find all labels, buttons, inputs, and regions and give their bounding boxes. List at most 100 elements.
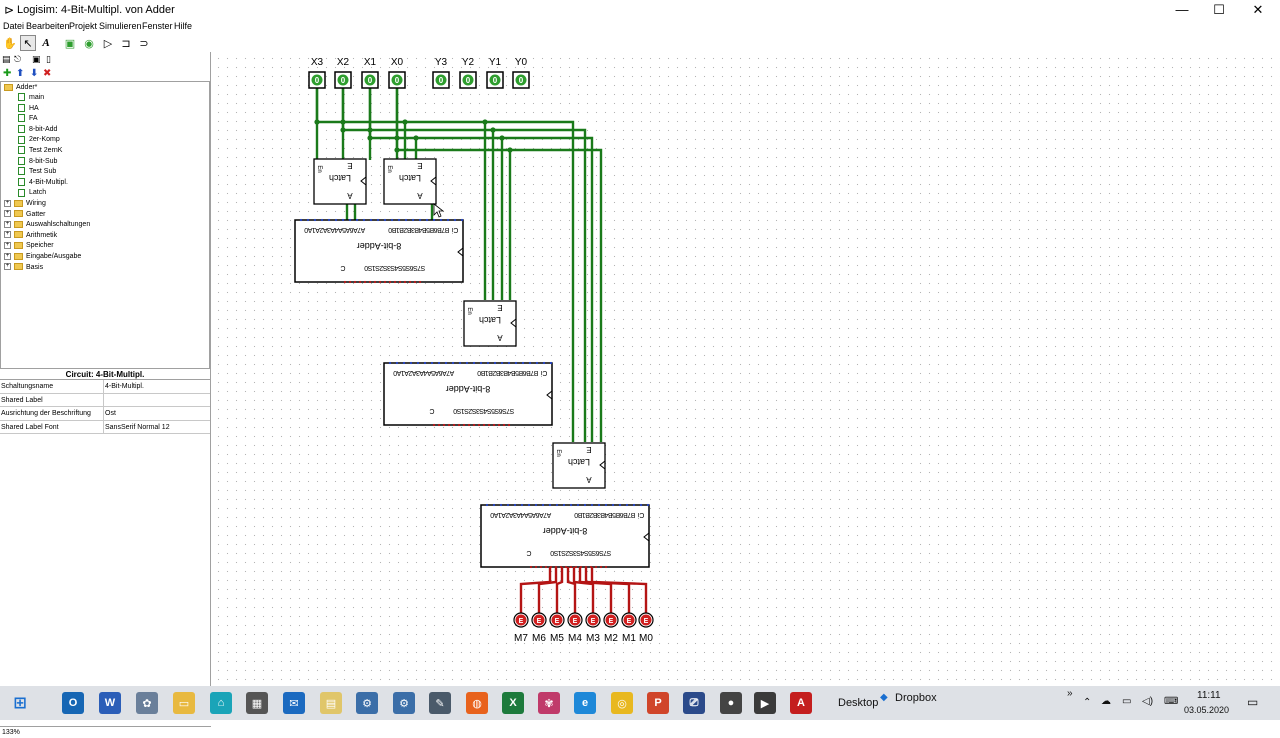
input-pin-icon[interactable]: ▣: [62, 35, 78, 51]
attribute-row[interactable]: Ausrichtung der Beschriftung Ost: [0, 407, 210, 421]
tree-library-item[interactable]: + Wiring: [4, 199, 46, 209]
menu-datei[interactable]: Datei: [3, 21, 24, 31]
attribute-row[interactable]: Schaltungsname 4-Bit-Multipl.: [0, 380, 210, 394]
excel-icon[interactable]: X: [502, 692, 524, 714]
recorder-icon[interactable]: ●: [720, 692, 742, 714]
tree-circuit-item[interactable]: 4-Bit-Multipl.: [18, 177, 68, 188]
tree-library-item[interactable]: + Eingabe/Ausgabe: [4, 252, 81, 262]
expand-icon[interactable]: +: [4, 242, 11, 250]
menu-hilfe[interactable]: Hilfe: [174, 21, 192, 31]
windows-start-icon[interactable]: ⊞: [9, 692, 31, 714]
tree-library-item[interactable]: + Auswahlschaltungen: [4, 220, 90, 230]
image-editor-icon[interactable]: ✎: [429, 692, 451, 714]
latch-pin-en: En: [555, 449, 561, 456]
attribute-value[interactable]: SansSerif Normal 12: [105, 421, 170, 434]
tree-library-item[interactable]: + Gatter: [4, 210, 45, 220]
toolbar-chevron[interactable]: »: [1067, 688, 1073, 699]
firefox-icon[interactable]: ◍: [466, 692, 488, 714]
expand-icon[interactable]: +: [4, 220, 11, 228]
adder-pin-dot: [646, 503, 650, 507]
edge-icon[interactable]: e: [574, 692, 596, 714]
delete-circuit-icon[interactable]: ✖: [43, 68, 51, 79]
word-icon[interactable]: W: [99, 692, 121, 714]
adder-pin-dot: [376, 218, 380, 222]
paint-icon[interactable]: ✾: [538, 692, 560, 714]
output-pin-icon[interactable]: ◉: [81, 35, 97, 51]
expand-icon[interactable]: +: [4, 252, 11, 260]
text-tool-button[interactable]: A: [38, 35, 54, 51]
volume-icon[interactable]: ◁): [1142, 696, 1153, 707]
tree-circuit-item[interactable]: main: [18, 93, 44, 103]
edit-appearance-icon[interactable]: ▯: [46, 54, 51, 65]
toolbox-view-icon[interactable]: ▤: [2, 54, 11, 65]
tree-circuit-item[interactable]: FA: [18, 114, 38, 124]
acrobat-icon[interactable]: A: [790, 692, 812, 714]
attribute-value[interactable]: 4-Bit-Multipl.: [105, 380, 144, 393]
hand-poke-icon[interactable]: ✋: [2, 35, 18, 51]
keyboard-icon[interactable]: ⌨: [1164, 696, 1178, 707]
tree-circuit-item[interactable]: 8-bit-Sub: [18, 156, 57, 167]
expand-icon[interactable]: +: [4, 210, 11, 218]
store-icon[interactable]: ⌂: [210, 692, 232, 714]
adder-pins-a: B7B6B5B4B3B2B1B0: [477, 369, 538, 376]
tree-library-item[interactable]: + Speicher: [4, 241, 54, 251]
not-gate-icon[interactable]: ▷: [100, 35, 116, 51]
and-gate-icon[interactable]: ⊐: [118, 35, 134, 51]
dropbox-label[interactable]: Dropbox: [895, 692, 937, 704]
adder-pin-dot: [548, 503, 552, 507]
powerpoint-icon[interactable]: P: [647, 692, 669, 714]
notification-icon[interactable]: ▭: [1247, 695, 1258, 709]
clock-time[interactable]: 11:11: [1197, 690, 1221, 701]
menu-projekt[interactable]: Projekt: [69, 21, 97, 31]
show-hidden-icons-icon[interactable]: ⌃: [1083, 697, 1091, 708]
zoom-field[interactable]: 133%: [0, 726, 211, 738]
circuit-canvas[interactable]: X3 0 X2 0 X1 0 X0 0 Y3 0 Y2 0 Y1 0 Y0 0 Latch E En A Latch E E…: [212, 52, 1280, 686]
move-up-icon[interactable]: ⬆: [16, 68, 24, 79]
tree-circuit-item[interactable]: HA: [18, 103, 39, 114]
attribute-row[interactable]: Shared Label: [0, 393, 210, 407]
app-icon[interactable]: ✿: [136, 692, 158, 714]
maximize-button[interactable]: ☐: [1199, 0, 1239, 20]
tree-circuit-item[interactable]: Test 2ernK: [18, 146, 62, 156]
edit-layout-icon[interactable]: ▣: [32, 54, 41, 65]
circuit-diagram[interactable]: X3 0 X2 0 X1 0 X0 0 Y3 0 Y2 0 Y1 0 Y0 0 Latch E En A Latch E E…: [212, 52, 1280, 686]
or-gate-icon[interactable]: ⊃: [136, 35, 152, 51]
cloud-icon[interactable]: ☁: [1101, 696, 1111, 707]
menu-simulieren[interactable]: Simulieren: [99, 21, 142, 31]
move-down-icon[interactable]: ⬇: [30, 68, 38, 79]
mail-icon[interactable]: ✉: [283, 692, 305, 714]
tree-circuit-item[interactable]: Test Sub: [18, 167, 56, 177]
tree-circuit-item[interactable]: Latch: [18, 188, 46, 198]
clock-date[interactable]: 03.05.2020: [1184, 705, 1229, 715]
app-icon-2[interactable]: ⚙: [393, 692, 415, 714]
tree-library-item[interactable]: + Arithmetik: [4, 231, 57, 241]
add-circuit-icon[interactable]: ✚: [3, 68, 11, 79]
expand-icon[interactable]: +: [4, 263, 11, 271]
tree-library-item[interactable]: + Basis: [4, 263, 43, 273]
chrome-icon[interactable]: ◎: [611, 692, 633, 714]
file-explorer-icon[interactable]: ▭: [173, 692, 195, 714]
menu-bearbeiten[interactable]: Bearbeiten: [26, 21, 70, 31]
remote-desktop-icon[interactable]: ⎚: [683, 692, 705, 714]
tree-circuit-item[interactable]: 8-bit-Add: [18, 124, 57, 135]
dropbox-icon[interactable]: ◆: [880, 692, 888, 703]
simulation-view-icon[interactable]: ⎋: [14, 54, 21, 65]
desktop-label[interactable]: Desktop: [838, 697, 878, 709]
circuit-icon: [18, 188, 25, 197]
calculator-icon[interactable]: ▦: [246, 692, 268, 714]
minimize-button[interactable]: —: [1162, 0, 1202, 20]
close-button[interactable]: ✕: [1238, 0, 1278, 20]
outlook-icon[interactable]: O: [62, 692, 84, 714]
expand-icon[interactable]: +: [4, 199, 11, 207]
menu-fenster[interactable]: Fenster: [142, 21, 173, 31]
arrow-select-icon[interactable]: ↖: [20, 35, 36, 51]
tree-root[interactable]: Adder*: [4, 83, 37, 93]
expand-icon[interactable]: +: [4, 231, 11, 239]
network-icon[interactable]: ▭: [1122, 696, 1131, 707]
settings-gear-icon[interactable]: ⚙: [356, 692, 378, 714]
attribute-value[interactable]: Ost: [105, 407, 116, 420]
tree-circuit-item[interactable]: 2er-Komp: [18, 135, 60, 145]
attribute-row[interactable]: Shared Label Font SansSerif Normal 12: [0, 420, 210, 434]
logisim-taskbar-icon[interactable]: ▶: [754, 692, 776, 714]
notes-icon[interactable]: ▤: [320, 692, 342, 714]
